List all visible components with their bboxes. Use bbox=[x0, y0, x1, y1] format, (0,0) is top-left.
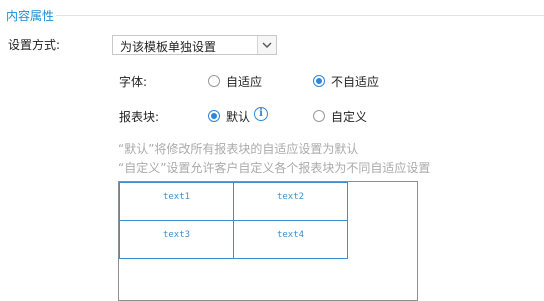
section-title: 内容属性 bbox=[6, 9, 55, 23]
chevron-down-icon bbox=[262, 42, 272, 48]
hint-custom: “自定义”设置允许客户自定义各个报表块为不同自适应设置 bbox=[118, 161, 431, 175]
info-icon[interactable]: i bbox=[254, 107, 268, 121]
preview-cell[interactable]: text2 bbox=[233, 182, 348, 221]
dropdown-arrow[interactable] bbox=[257, 36, 276, 54]
font-not-adaptive-label[interactable]: 不自适应 bbox=[331, 73, 379, 90]
setting-mode-label: 设置方式: bbox=[8, 38, 61, 52]
report-block-custom-radio[interactable] bbox=[313, 110, 325, 122]
setting-mode-select[interactable]: 为该模板单独设置 bbox=[112, 35, 277, 55]
font-label: 字体: bbox=[119, 75, 148, 89]
preview-cell[interactable]: text4 bbox=[233, 220, 348, 259]
font-not-adaptive-radio[interactable] bbox=[313, 75, 325, 87]
preview-cell[interactable]: text1 bbox=[119, 182, 234, 221]
report-block-custom-label[interactable]: 自定义 bbox=[331, 108, 367, 125]
font-adaptive-label[interactable]: 自适应 bbox=[226, 73, 262, 90]
preview-cell[interactable]: text3 bbox=[119, 220, 234, 259]
font-adaptive-radio[interactable] bbox=[208, 75, 220, 87]
setting-mode-value: 为该模板单独设置 bbox=[120, 40, 217, 54]
hint-default: “默认”将修改所有报表块的自适应设置为默认 bbox=[118, 142, 359, 156]
report-block-label: 报表块: bbox=[119, 110, 160, 124]
report-block-default-radio[interactable] bbox=[208, 110, 220, 122]
report-block-preview: text1 text2 text3 text4 bbox=[118, 181, 418, 301]
section-divider bbox=[56, 15, 544, 16]
report-block-default-label[interactable]: 默认 bbox=[226, 108, 250, 125]
